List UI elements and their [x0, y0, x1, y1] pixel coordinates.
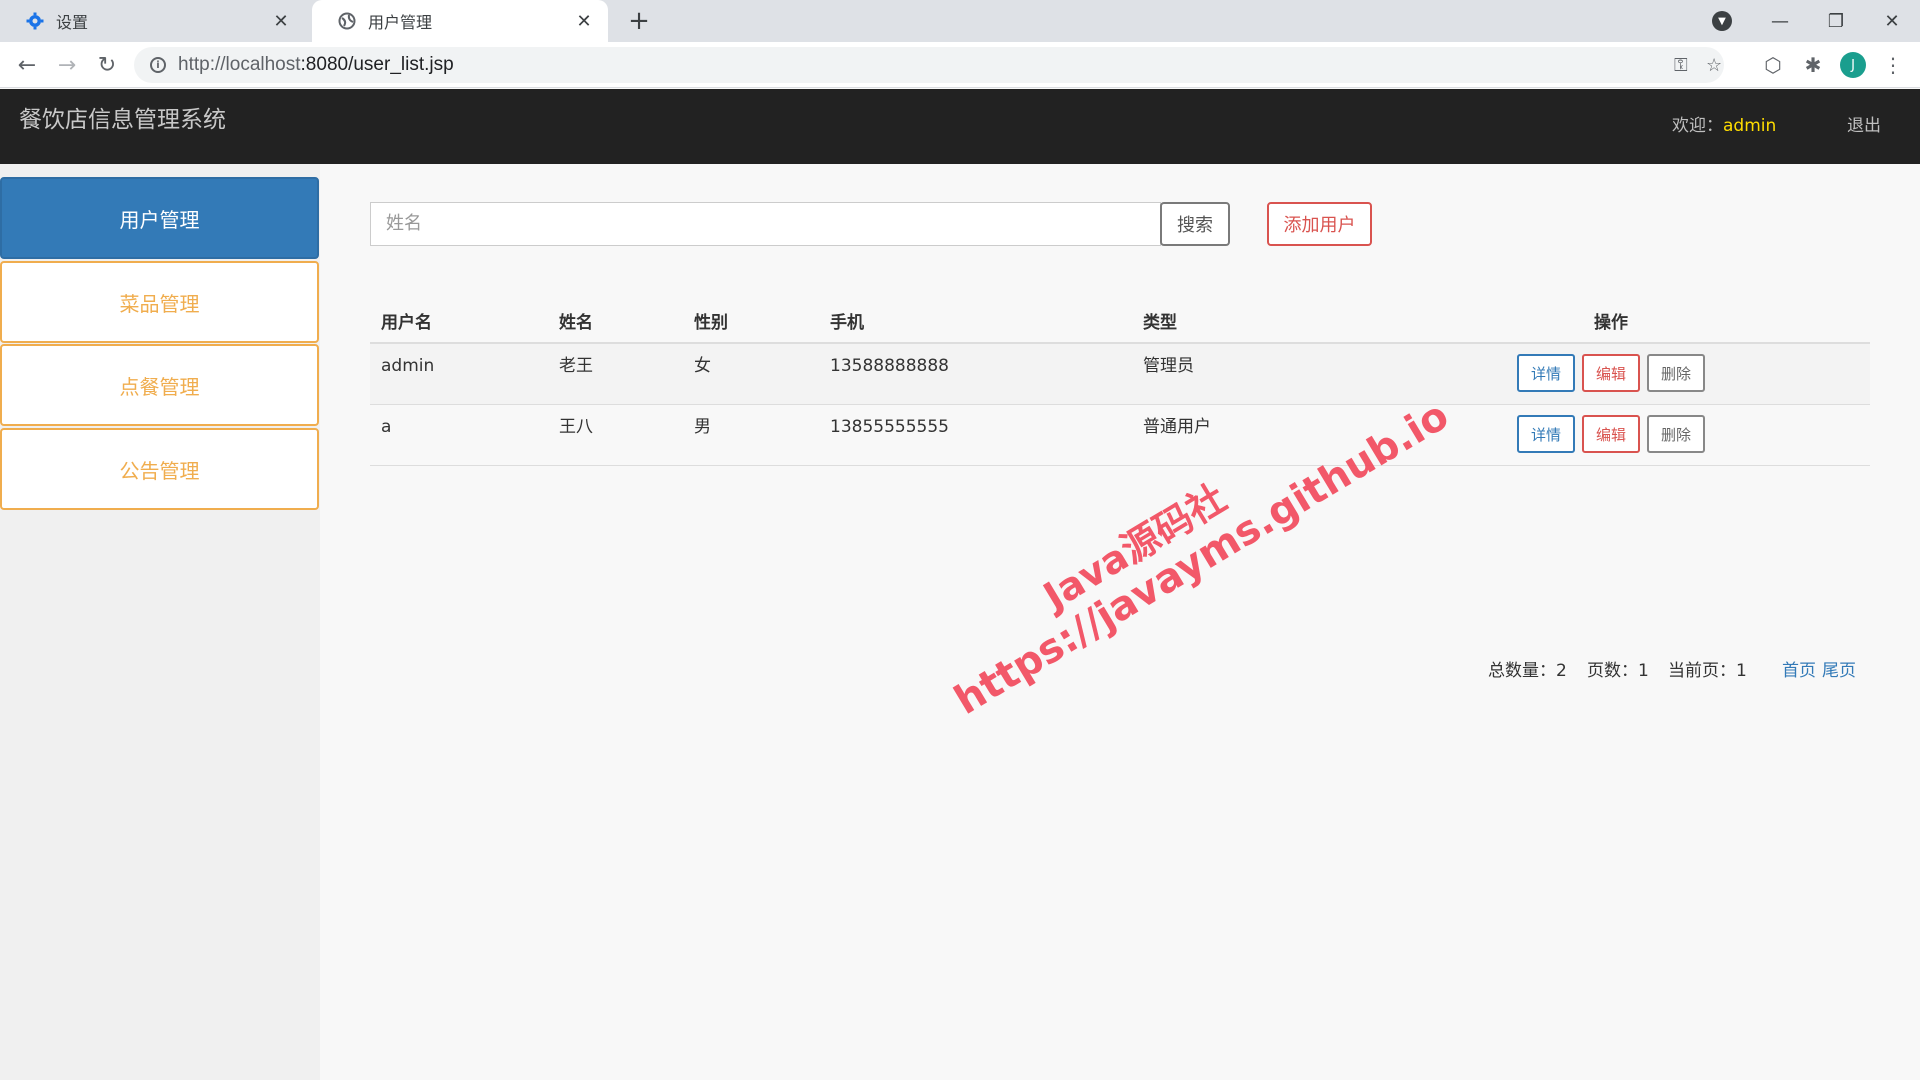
cell-phone: 13855555555: [830, 417, 949, 437]
url-text[interactable]: http://localhost:8080/user_list.jsp: [178, 54, 454, 76]
add-user-button[interactable]: 添加用户: [1267, 202, 1372, 246]
table-header: 用户名 姓名 性别 手机 类型 操作: [370, 292, 1870, 344]
close-icon[interactable]: ✕: [574, 11, 594, 32]
sidebar: 用户管理 菜品管理 点餐管理 公告管理: [0, 164, 320, 1080]
total-count: 总数量：2: [1488, 661, 1567, 681]
brand-title: 餐饮店信息管理系统: [19, 107, 226, 133]
edit-button[interactable]: 编辑: [1582, 354, 1640, 392]
browser-address-bar: ← → ↻ i http://localhost:8080/user_list.…: [0, 42, 1920, 88]
info-icon[interactable]: i: [150, 57, 166, 73]
edit-button[interactable]: 编辑: [1582, 415, 1640, 453]
back-arrow-icon[interactable]: ←: [12, 50, 42, 80]
search-input[interactable]: 姓名: [370, 202, 1161, 246]
logout-link[interactable]: 退出: [1847, 89, 1881, 164]
close-icon[interactable]: ✕: [271, 11, 291, 32]
globe-icon: [338, 12, 356, 30]
detail-button[interactable]: 详情: [1517, 415, 1575, 453]
minimize-button[interactable]: —: [1752, 0, 1808, 42]
tab-settings[interactable]: 设置 ✕: [0, 0, 305, 42]
delete-button[interactable]: 删除: [1647, 354, 1705, 392]
extension-hexagon-icon[interactable]: ⬡: [1758, 50, 1788, 80]
table-row: a 王八 男 13855555555 普通用户 详情 编辑 删除: [370, 405, 1870, 466]
table-row: admin 老王 女 13588888888 管理员 详情 编辑 删除: [370, 344, 1870, 405]
sidebar-item-dishes[interactable]: 菜品管理: [0, 261, 319, 343]
cell-type: 普通用户: [1143, 417, 1211, 437]
reload-icon[interactable]: ↻: [92, 50, 122, 80]
welcome-text: 欢迎：admin: [1672, 116, 1777, 136]
detail-button[interactable]: 详情: [1517, 354, 1575, 392]
cell-gender: 男: [694, 417, 711, 437]
cell-name: 老王: [559, 356, 593, 376]
sidebar-item-users[interactable]: 用户管理: [0, 177, 319, 259]
user-table: 用户名 姓名 性别 手机 类型 操作 admin 老王 女 1358888888…: [370, 292, 1870, 466]
sidebar-item-notices[interactable]: 公告管理: [0, 428, 319, 510]
cell-gender: 女: [694, 356, 711, 376]
forward-arrow-icon[interactable]: →: [52, 50, 82, 80]
last-page-link[interactable]: 尾页: [1822, 656, 1856, 681]
gear-icon: [26, 12, 44, 30]
url-bar[interactable]: i http://localhost:8080/user_list.jsp ⚿ …: [134, 47, 1724, 83]
tab-title: 用户管理: [368, 13, 433, 32]
cell-username: admin: [381, 356, 435, 376]
cell-name: 王八: [559, 417, 593, 437]
current-user: admin: [1723, 116, 1777, 136]
sidebar-item-orders[interactable]: 点餐管理: [0, 344, 319, 426]
key-icon[interactable]: ⚿: [1674, 47, 1688, 83]
search-button[interactable]: 搜索: [1160, 202, 1230, 246]
cell-phone: 13588888888: [830, 356, 949, 376]
first-page-link[interactable]: 首页: [1782, 656, 1816, 681]
chevron-down-icon[interactable]: ▼: [1712, 11, 1732, 31]
current-page: 当前页：1: [1668, 661, 1747, 681]
profile-avatar[interactable]: J: [1840, 52, 1866, 78]
tab-user-management[interactable]: 用户管理 ✕: [312, 0, 608, 42]
close-window-button[interactable]: ✕: [1864, 0, 1920, 42]
puzzle-icon[interactable]: ✱: [1798, 50, 1828, 80]
tab-title: 设置: [56, 13, 89, 32]
browser-tab-bar: 设置 ✕ 用户管理 ✕ + ▼ — ❐ ✕: [0, 0, 1920, 42]
page-count: 页数：1: [1587, 661, 1649, 681]
more-menu-icon[interactable]: ⋮: [1878, 50, 1908, 80]
star-icon[interactable]: ☆: [1706, 47, 1722, 83]
app-header: 餐饮店信息管理系统 欢迎：admin 退出: [0, 89, 1920, 164]
delete-button[interactable]: 删除: [1647, 415, 1705, 453]
cell-username: a: [381, 417, 392, 437]
restore-button[interactable]: ❐: [1808, 0, 1864, 42]
cell-type: 管理员: [1143, 356, 1194, 376]
new-tab-button[interactable]: +: [624, 6, 654, 36]
